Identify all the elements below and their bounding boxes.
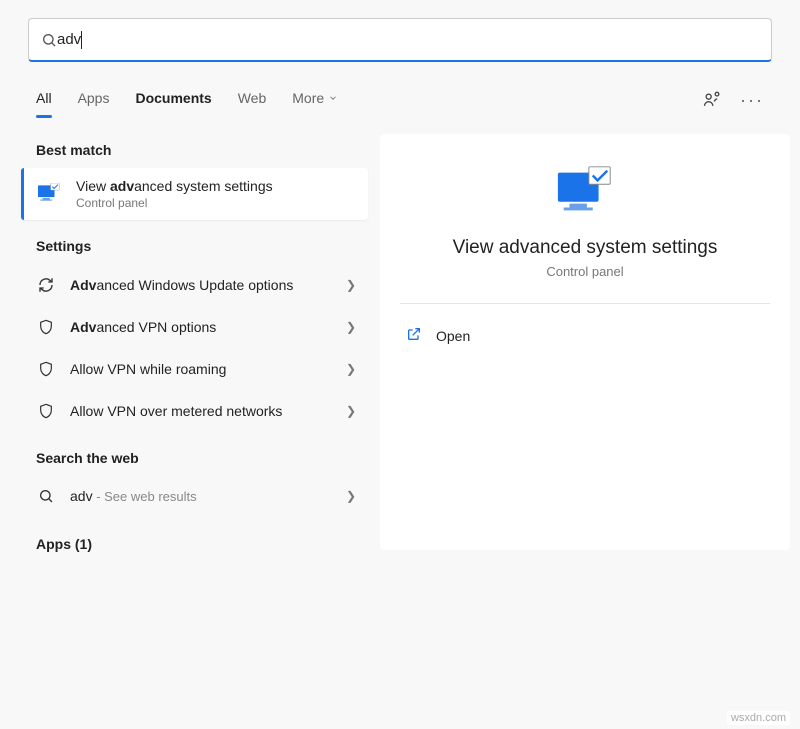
content-area: Best match View advanced system settings… — [0, 124, 800, 560]
settings-item-vpn-roaming[interactable]: Allow VPN while roaming ❯ — [24, 348, 368, 390]
search-icon — [41, 32, 57, 48]
search-window: adv All Apps Documents Web More ··· Best… — [0, 0, 800, 729]
tab-documents[interactable]: Documents — [135, 84, 211, 116]
more-options-icon[interactable]: ··· — [740, 90, 764, 111]
open-icon — [406, 326, 422, 345]
web-hint: - See web results — [93, 489, 197, 504]
watermark: wsxdn.com — [727, 711, 790, 725]
best-match-prefix: View — [76, 178, 110, 194]
chevron-right-icon: ❯ — [346, 362, 356, 376]
open-label: Open — [436, 328, 470, 344]
best-match-bold: adv — [110, 178, 134, 194]
shield-icon — [36, 360, 56, 378]
detail-title: View advanced system settings — [380, 237, 790, 259]
settings-item-vpn-options[interactable]: Advanced VPN options ❯ — [24, 306, 368, 348]
tab-web[interactable]: Web — [238, 84, 267, 116]
chevron-down-icon — [328, 93, 338, 103]
item-label: Allow VPN over metered networks — [70, 403, 332, 419]
chevron-right-icon: ❯ — [346, 489, 356, 503]
searchbar-container: adv — [0, 0, 800, 62]
text-cursor — [81, 31, 82, 49]
section-settings: Settings — [24, 220, 368, 264]
web-query: adv — [70, 488, 93, 504]
search-icon — [36, 488, 56, 504]
section-best-match: Best match — [24, 124, 368, 168]
detail-subtitle: Control panel — [380, 264, 790, 279]
search-input-wrapper[interactable]: adv — [28, 18, 772, 62]
accounts-icon[interactable] — [702, 90, 722, 110]
tab-more-label: More — [292, 90, 324, 106]
item-label: Allow VPN while roaming — [70, 361, 332, 377]
tab-apps[interactable]: Apps — [78, 84, 110, 116]
shield-icon — [36, 402, 56, 420]
chevron-right-icon: ❯ — [346, 320, 356, 334]
item-suffix: anced VPN options — [96, 319, 216, 335]
item-bold: Adv — [70, 319, 96, 335]
results-pane: Best match View advanced system settings… — [0, 124, 380, 560]
best-match-suffix: anced system settings — [134, 178, 273, 194]
chevron-right-icon: ❯ — [346, 404, 356, 418]
tab-all[interactable]: All — [36, 84, 52, 116]
monitor-check-icon — [36, 183, 62, 205]
tabs-row: All Apps Documents Web More ··· — [0, 84, 800, 116]
tab-more[interactable]: More — [292, 84, 338, 116]
best-match-text: View advanced system settings Control pa… — [76, 178, 273, 210]
search-query-text: adv — [57, 31, 81, 48]
item-suffix: anced Windows Update options — [96, 277, 293, 293]
settings-item-windows-update[interactable]: Advanced Windows Update options ❯ — [24, 264, 368, 306]
open-action[interactable]: Open — [406, 318, 764, 353]
monitor-check-icon — [554, 164, 616, 220]
best-match-item[interactable]: View advanced system settings Control pa… — [21, 168, 368, 220]
web-search-item[interactable]: adv - See web results ❯ — [24, 476, 368, 516]
item-bold: Adv — [70, 277, 96, 293]
refresh-icon — [36, 276, 56, 294]
section-apps-count[interactable]: Apps (1) — [24, 516, 368, 560]
action-list: Open — [380, 304, 790, 367]
settings-item-vpn-metered[interactable]: Allow VPN over metered networks ❯ — [24, 390, 368, 432]
detail-pane: View advanced system settings Control pa… — [380, 134, 790, 550]
best-match-subtitle: Control panel — [76, 196, 273, 210]
shield-icon — [36, 318, 56, 336]
section-search-web: Search the web — [24, 432, 368, 476]
chevron-right-icon: ❯ — [346, 278, 356, 292]
